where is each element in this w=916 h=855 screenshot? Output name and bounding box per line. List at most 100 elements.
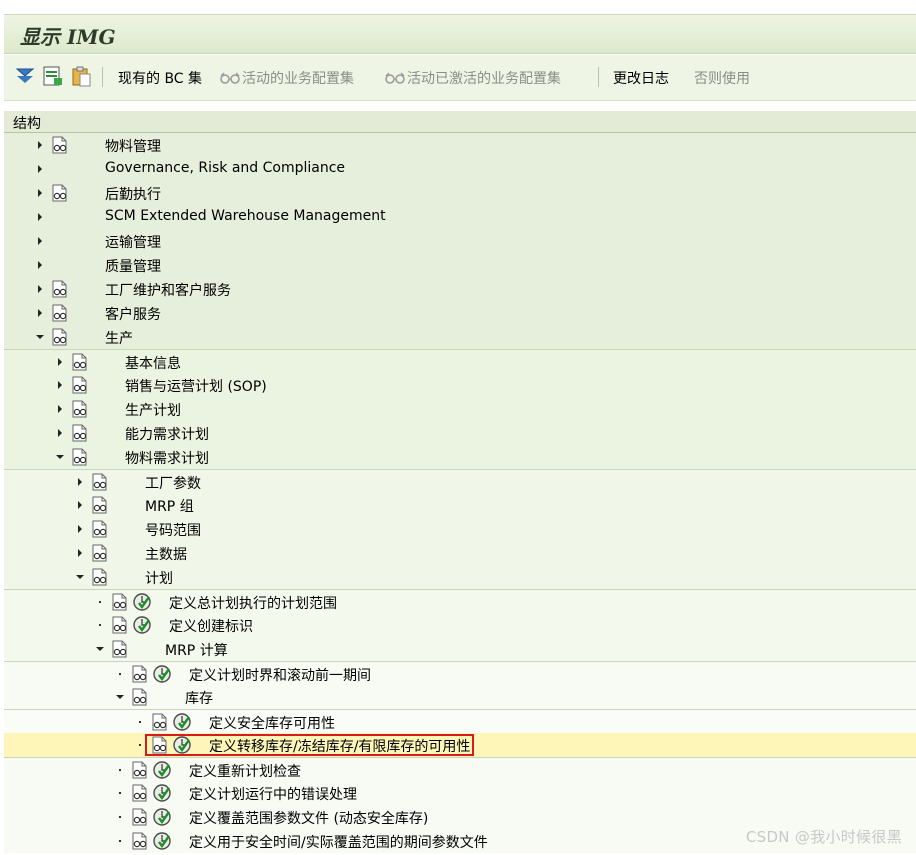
tree-node[interactable]: 能力需求计划 [4,421,916,445]
clipboard-icon[interactable] [70,65,92,87]
documentation-glasses-icon[interactable] [131,784,149,802]
execute-activity-icon[interactable] [152,831,172,851]
documentation-glasses-icon[interactable] [91,496,109,514]
tree-node-label[interactable]: 能力需求计划 [125,424,209,444]
tree-node[interactable]: 库存 [4,685,916,709]
execute-activity-icon[interactable] [132,592,152,612]
documentation-glasses-icon[interactable] [111,640,129,658]
caret-right-icon[interactable] [75,547,85,559]
documentation-glasses-icon[interactable] [51,304,69,322]
tree-node[interactable]: 定义计划运行中的错误处理 [4,781,916,805]
caret-down-icon[interactable] [75,571,85,583]
documentation-glasses-icon[interactable] [51,280,69,298]
caret-right-icon[interactable] [35,283,45,295]
tree-node-label[interactable]: 定义总计划执行的计划范围 [169,593,337,613]
caret-right-icon[interactable] [35,163,45,175]
tree-node[interactable]: 基本信息 [4,349,916,374]
tree-node[interactable]: 计划 [4,565,916,589]
tree-node[interactable]: 定义重新计划检查 [4,757,916,782]
documentation-glasses-icon[interactable] [71,376,89,394]
documentation-glasses-icon[interactable] [51,184,69,202]
tree-node[interactable]: 工厂参数 [4,469,916,494]
documentation-glasses-icon[interactable] [131,808,149,826]
documentation-glasses-icon[interactable] [111,593,129,611]
tree-node-label[interactable]: 定义用于安全时间/实际覆盖范围的期间参数文件 [189,832,488,852]
documentation-glasses-icon[interactable] [91,473,109,491]
tree-node[interactable]: 客户服务 [4,301,916,325]
execute-activity-icon[interactable] [152,807,172,827]
caret-right-icon[interactable] [55,356,65,368]
change-log-button[interactable]: 更改日志 [613,68,669,88]
tree-node-label[interactable]: SCM Extended Warehouse Management [105,208,386,224]
execute-activity-icon[interactable] [152,783,172,803]
tree-node[interactable]: 物料管理 [4,133,916,157]
tree-node-label[interactable]: 工厂参数 [145,473,201,493]
documentation-glasses-icon[interactable] [111,616,129,634]
execute-activity-icon[interactable] [172,712,192,732]
tree-node[interactable]: 工厂维护和客户服务 [4,277,916,301]
tree-node[interactable]: 质量管理 [4,253,916,277]
caret-down-icon[interactable] [55,451,65,463]
tree-node[interactable]: MRP 组 [4,493,916,517]
tree-node[interactable]: Governance, Risk and Compliance [4,157,916,181]
tree-node-label[interactable]: 定义覆盖范围参数文件 (动态安全库存) [189,808,428,828]
tree-node-label[interactable]: 库存 [185,688,213,708]
tree-node-label[interactable]: 生产计划 [125,400,181,420]
documentation-glasses-icon[interactable] [71,353,89,371]
tree-node-label[interactable]: 运输管理 [105,232,161,252]
tree-node[interactable]: 运输管理 [4,229,916,253]
tree-node[interactable]: 物料需求计划 [4,445,916,469]
caret-right-icon[interactable] [55,427,65,439]
tree-node-label[interactable]: 客户服务 [105,304,161,324]
tree-node[interactable]: 定义计划时界和滚动前一期间 [4,661,916,686]
tree-node[interactable]: 生产计划 [4,397,916,421]
tree-node-label[interactable]: Governance, Risk and Compliance [105,160,345,176]
caret-down-icon[interactable] [115,691,125,703]
tree-node[interactable]: 后勤执行 [4,181,916,205]
caret-right-icon[interactable] [35,211,45,223]
tree-node[interactable]: 销售与运营计划 (SOP) [4,373,916,397]
existing-bc-sets-button[interactable]: 现有的 BC 集 [118,68,202,88]
tree-node[interactable]: 定义创建标识 [4,613,916,637]
caret-right-icon[interactable] [75,523,85,535]
tree-node[interactable]: 定义总计划执行的计划范围 [4,589,916,614]
documentation-glasses-icon[interactable] [71,400,89,418]
documentation-glasses-icon[interactable] [151,713,169,731]
tree-node[interactable]: 主数据 [4,541,916,565]
activated-bc-sets-button[interactable]: 活动已激活的业务配置集 [385,68,561,88]
tree-node-label[interactable]: 后勤执行 [105,184,161,204]
tree-node-label[interactable]: 定义重新计划检查 [189,761,301,781]
tree-node-label[interactable]: 基本信息 [125,353,181,373]
documentation-glasses-icon[interactable] [131,761,149,779]
find-icon[interactable] [42,65,64,87]
active-bc-sets-button[interactable]: 活动的业务配置集 [220,68,354,88]
tree-node-label[interactable]: MRP 计算 [165,640,228,660]
caret-right-icon[interactable] [75,499,85,511]
tree-node-label[interactable]: 定义安全库存可用性 [209,713,335,733]
caret-right-icon[interactable] [35,187,45,199]
tree-node-label[interactable]: 计划 [145,568,173,588]
tree-node-label[interactable]: 质量管理 [105,256,161,276]
tree-node[interactable]: 定义安全库存可用性 [4,709,916,734]
documentation-glasses-icon[interactable] [131,665,149,683]
documentation-glasses-icon[interactable] [91,568,109,586]
tree-node[interactable]: SCM Extended Warehouse Management [4,205,916,229]
where-used-button[interactable]: 否则使用 [694,68,750,88]
tree-node-label[interactable]: 物料管理 [105,136,161,156]
tree-node-label[interactable]: 工厂维护和客户服务 [105,280,231,300]
documentation-glasses-icon[interactable] [91,520,109,538]
tree-node[interactable]: 生产 [4,325,916,349]
documentation-glasses-icon[interactable] [51,136,69,154]
caret-down-icon[interactable] [35,331,45,343]
documentation-glasses-icon[interactable] [91,544,109,562]
tree-node-label[interactable]: 号码范围 [145,520,201,540]
tree-node-label[interactable]: 销售与运营计划 (SOP) [125,376,267,396]
caret-right-icon[interactable] [35,235,45,247]
caret-right-icon[interactable] [55,403,65,415]
expand-all-icon[interactable] [14,65,36,87]
execute-activity-icon[interactable] [132,615,152,635]
tree-node-label[interactable]: 生产 [105,328,133,348]
caret-right-icon[interactable] [75,476,85,488]
caret-right-icon[interactable] [35,259,45,271]
tree-node-label[interactable]: 定义计划运行中的错误处理 [189,784,357,804]
